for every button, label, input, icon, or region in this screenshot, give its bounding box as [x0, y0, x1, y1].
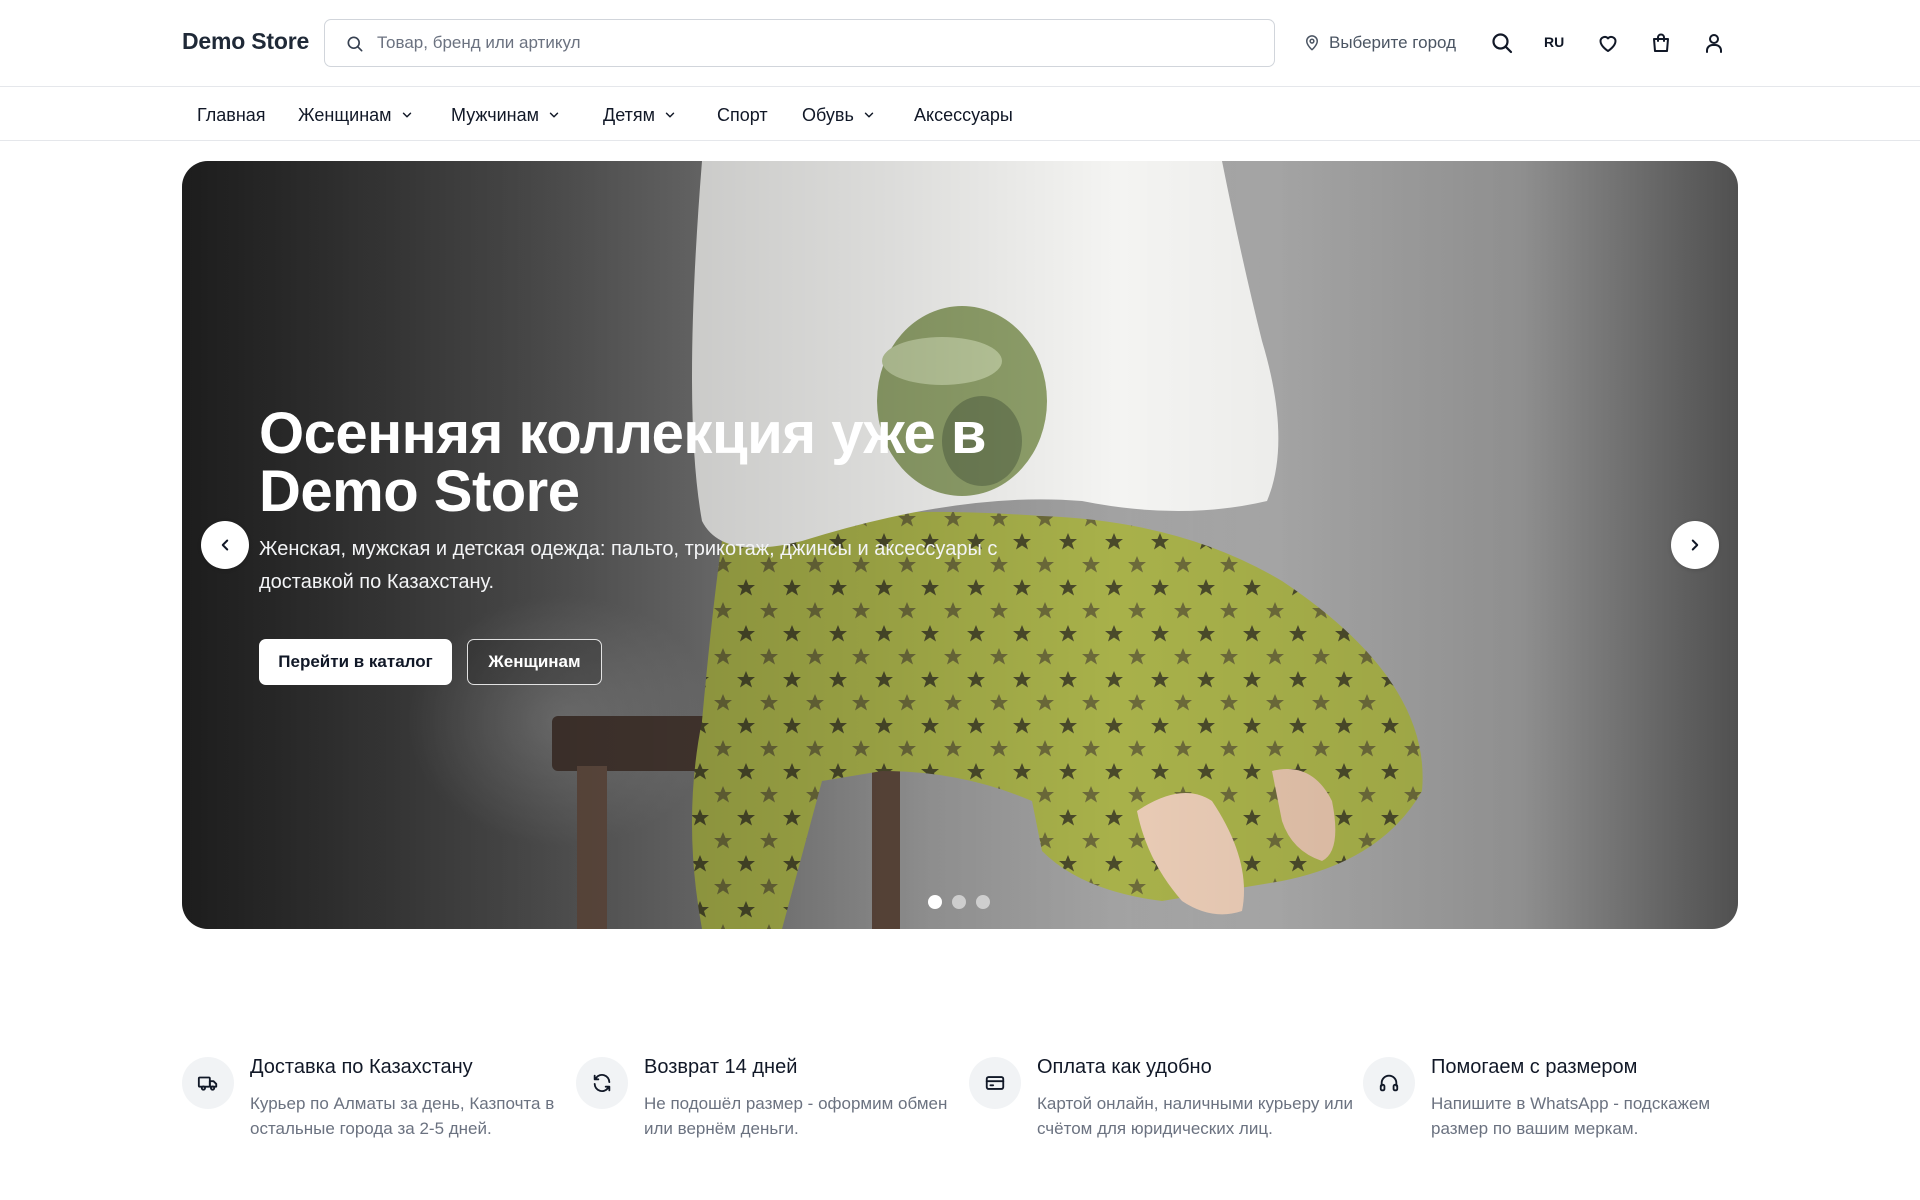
chevron-down-icon: [864, 112, 874, 118]
truck-icon: [197, 1076, 218, 1091]
map-pin-icon: [1306, 35, 1318, 51]
women-button[interactable]: Женщинам: [467, 639, 602, 685]
chevron-down-icon: [402, 112, 411, 118]
next-slide-button[interactable]: [1671, 521, 1719, 569]
nav-item-home[interactable]: Главная: [197, 102, 266, 128]
user-icon[interactable]: [1702, 31, 1726, 55]
chevron-down-icon: [665, 112, 675, 118]
city-selector[interactable]: Выберите город: [1303, 31, 1456, 55]
nav-item-kids[interactable]: Детям: [603, 102, 677, 128]
language-switch[interactable]: RU: [1544, 34, 1564, 50]
nav-item-sport[interactable]: Спорт: [717, 102, 768, 128]
feature-title: Возврат 14 дней: [644, 1056, 798, 1078]
nav-item-accessories[interactable]: Аксессуары: [914, 102, 1013, 128]
hero-title: Осенняя коллекция уже в Demo Store: [259, 401, 987, 524]
search-icon: [347, 36, 363, 52]
feature-text: Курьер по Алматы за день, Казпочта в ост…: [250, 1094, 555, 1138]
feature-size-help: Помогаем с размером Напишите в WhatsApp …: [1363, 1055, 1743, 1145]
shopping-bag-icon[interactable]: [1649, 31, 1673, 55]
site-header: Demo Store Выберите город RU: [0, 0, 1920, 87]
search-icon[interactable]: [1490, 31, 1514, 55]
slide-dot-1[interactable]: [928, 895, 942, 909]
feature-text: Не подошёл размер - оформим обмен или ве…: [644, 1094, 948, 1138]
city-label: Выберите город: [1329, 33, 1457, 52]
chevron-left-icon: [221, 539, 229, 551]
main-nav: Главная Женщинам Мужчинам Детям Спорт Об…: [0, 88, 1920, 141]
slide-dot-3[interactable]: [976, 895, 990, 909]
slider-dots: [928, 895, 990, 909]
hero-banner: Осенняя коллекция уже в Demo Store Женск…: [182, 161, 1738, 929]
feature-title: Оплата как удобно: [1037, 1056, 1212, 1078]
nav-item-men[interactable]: Мужчинам: [451, 102, 561, 128]
search-box[interactable]: [324, 19, 1275, 67]
feature-title: Доставка по Казахстану: [250, 1056, 473, 1078]
logo[interactable]: Demo Store: [182, 28, 309, 55]
feature-delivery: Доставка по Казахстану Курьер по Алматы …: [182, 1055, 562, 1145]
catalog-button[interactable]: Перейти в каталог: [259, 639, 452, 685]
nav-item-women[interactable]: Женщинам: [298, 102, 414, 128]
feature-returns: Возврат 14 дней Не подошёл размер - офор…: [576, 1055, 956, 1145]
hero-subtitle: Женская, мужская и детская одежда: пальт…: [259, 538, 998, 593]
feature-payment: Оплата как удобно Картой онлайн, наличны…: [969, 1055, 1353, 1145]
search-input[interactable]: [377, 20, 1257, 66]
chevron-down-icon: [549, 112, 559, 118]
feature-text: Картой онлайн, наличными курьеру или счё…: [1037, 1094, 1353, 1138]
nav-item-shoes[interactable]: Обувь: [802, 102, 876, 128]
credit-card-icon: [985, 1076, 1005, 1090]
chevron-right-icon: [1691, 539, 1699, 551]
feature-text: Напишите в WhatsApp - подскажем размер п…: [1431, 1094, 1711, 1138]
refresh-icon: [593, 1074, 611, 1092]
prev-slide-button[interactable]: [201, 521, 249, 569]
feature-title: Помогаем с размером: [1431, 1056, 1638, 1078]
slide-dot-2[interactable]: [952, 895, 966, 909]
heart-icon[interactable]: [1596, 31, 1620, 55]
headphones-icon: [1379, 1074, 1399, 1092]
